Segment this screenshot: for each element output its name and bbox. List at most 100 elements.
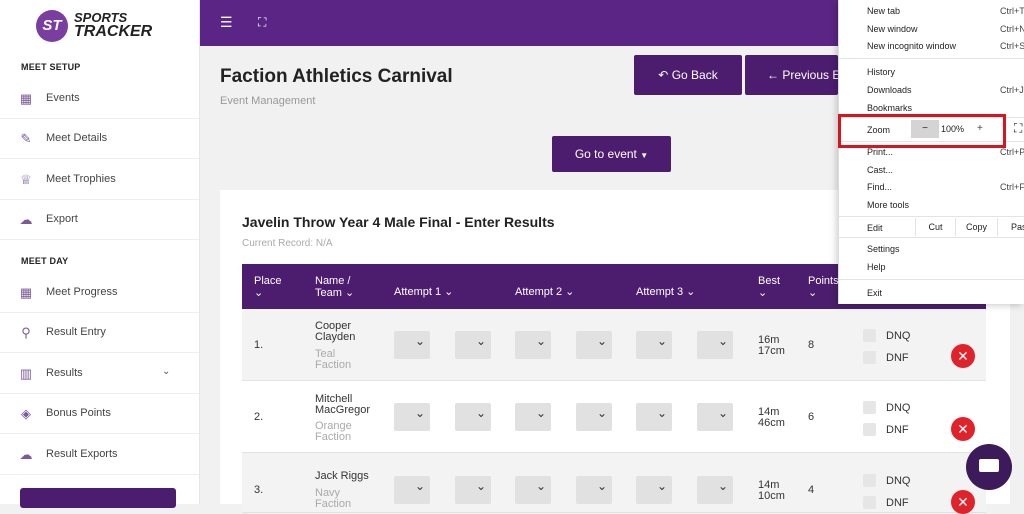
shortcut-downloads: Ctrl+J: [1000, 85, 1024, 95]
attempt-1-cm-select[interactable]: [455, 331, 491, 359]
row-points: 4: [808, 484, 815, 496]
caret-down-icon: ▼: [640, 151, 649, 160]
delete-result-button[interactable]: ✕: [951, 417, 975, 441]
athlete-team: Teal Faction: [315, 348, 352, 371]
dnq-checkbox[interactable]: [863, 329, 876, 342]
sidebar-action-button[interactable]: [20, 488, 176, 508]
menu-item-help[interactable]: Help: [867, 262, 886, 272]
attempt-3-cm-select[interactable]: [697, 403, 733, 431]
menu-item-new-incognito-window[interactable]: New incognito window: [867, 41, 956, 51]
column-place[interactable]: Place ⌄: [254, 275, 282, 299]
menu-icon[interactable]: ☰: [220, 14, 233, 31]
menu-item-cast[interactable]: Cast...: [867, 165, 893, 175]
dnf-checkbox[interactable]: [863, 351, 876, 364]
menu-item-downloads[interactable]: Downloads: [867, 85, 912, 95]
delete-result-button[interactable]: ✕: [951, 490, 975, 514]
chat-icon[interactable]: [966, 444, 1012, 490]
column-best[interactable]: Best ⌄: [758, 275, 780, 299]
attempt-3-metres-select[interactable]: [636, 331, 672, 359]
best-result: 14m 10cm: [758, 479, 785, 502]
row-points: 8: [808, 339, 815, 351]
sidebar-item-label: Bonus Points: [46, 407, 111, 419]
dnq-checkbox[interactable]: [863, 401, 876, 414]
column-attempt-2[interactable]: Attempt 2 ⌄: [515, 286, 574, 298]
menu-cut-button[interactable]: Cut: [915, 218, 955, 236]
attempt-3-metres-select[interactable]: [636, 403, 672, 431]
menu-item-exit[interactable]: Exit: [867, 288, 882, 298]
close-icon: ✕: [957, 421, 969, 437]
menu-item-print[interactable]: Print...: [867, 147, 893, 157]
attempt-2-metres-select[interactable]: [515, 331, 551, 359]
chevron-down-icon: ⌄: [344, 287, 355, 299]
current-record: Current Record: N/A: [242, 238, 333, 249]
sidebar-item-export[interactable]: ☁ Export: [0, 200, 199, 240]
attempt-3-cm-select[interactable]: [697, 331, 733, 359]
column-attempt-3[interactable]: Attempt 3 ⌄: [636, 286, 695, 298]
arrow-left-icon: ←: [767, 68, 779, 82]
logo-text: SPORTS TRACKER: [74, 10, 153, 40]
dnf-label: DNF: [886, 424, 909, 436]
attempt-2-cm-select[interactable]: [576, 476, 612, 504]
attempt-3-cm-select[interactable]: [697, 476, 733, 504]
shortcut-print: Ctrl+P: [1000, 147, 1024, 157]
menu-item-new-window[interactable]: New window: [867, 24, 918, 34]
undo-icon: ↶: [658, 68, 669, 82]
column-name-team[interactable]: Name / Team ⌄: [315, 275, 354, 299]
section-label-meet-setup: MEET SETUP: [21, 62, 81, 72]
row-place: 2.: [254, 411, 264, 423]
attempt-1-metres-select[interactable]: [394, 403, 430, 431]
menu-separator: [839, 279, 1024, 280]
attempt-1-metres-select[interactable]: [394, 331, 430, 359]
dnf-label: DNF: [886, 352, 909, 364]
attempt-2-cm-select[interactable]: [576, 331, 612, 359]
sidebar-item-result-exports[interactable]: ☁ Result Exports: [0, 435, 199, 475]
menu-separator: [839, 237, 1024, 238]
dnq-checkbox[interactable]: [863, 474, 876, 487]
attempt-1-cm-select[interactable]: [455, 476, 491, 504]
best-result: 14m 46cm: [758, 406, 785, 429]
sidebar-item-result-entry[interactable]: ⚲ Result Entry: [0, 313, 199, 353]
previous-event-button[interactable]: ← Previous E: [745, 55, 838, 95]
column-attempt-1[interactable]: Attempt 1 ⌄: [394, 286, 453, 298]
attempt-1-cm-select[interactable]: [455, 403, 491, 431]
sidebar-item-meet-details[interactable]: ✎ Meet Details: [0, 119, 199, 159]
attempt-3-metres-select[interactable]: [636, 476, 672, 504]
sidebar-item-events[interactable]: ▦ Events: [0, 79, 199, 119]
cloud-upload-icon: ☁: [19, 212, 33, 227]
go-to-event-dropdown[interactable]: Go to event ▼: [552, 136, 671, 172]
menu-separator: [839, 216, 1024, 217]
edit-icon: ✎: [20, 131, 32, 146]
attempt-2-metres-select[interactable]: [515, 476, 551, 504]
attempt-1-metres-select[interactable]: [394, 476, 430, 504]
dnf-checkbox[interactable]: [863, 423, 876, 436]
menu-separator: [839, 58, 1024, 59]
delete-result-button[interactable]: ✕: [951, 344, 975, 368]
dnq-label: DNQ: [886, 402, 911, 414]
menu-item-bookmarks[interactable]: Bookmarks: [867, 103, 912, 113]
menu-item-more-tools[interactable]: More tools: [867, 200, 909, 210]
menu-copy-button[interactable]: Copy: [955, 218, 997, 236]
sidebar-item-meet-trophies[interactable]: ♕ Meet Trophies: [0, 160, 199, 200]
chevron-down-icon: ⌄: [162, 366, 171, 377]
chevron-down-icon: ⌄: [758, 287, 768, 299]
sidebar-item-results[interactable]: ▥ Results ⌄: [0, 354, 199, 394]
menu-item-settings[interactable]: Settings: [867, 244, 900, 254]
menu-item-new-tab[interactable]: New tab: [867, 6, 900, 16]
shortcut-find: Ctrl+F: [1000, 182, 1024, 192]
attempt-2-metres-select[interactable]: [515, 403, 551, 431]
sidebar-item-bonus-points[interactable]: ◈ Bonus Points: [0, 394, 199, 434]
app-logo[interactable]: ST SPORTS TRACKER: [36, 8, 166, 44]
attempt-2-cm-select[interactable]: [576, 403, 612, 431]
diamond-icon: ◈: [21, 406, 31, 421]
go-back-button[interactable]: ↶ Go Back: [634, 55, 742, 95]
menu-item-find[interactable]: Find...: [867, 182, 892, 192]
fullscreen-icon[interactable]: ⛶: [258, 15, 266, 30]
dnf-checkbox[interactable]: [863, 496, 876, 509]
sidebar-item-meet-progress[interactable]: ▦ Meet Progress: [0, 273, 199, 313]
column-points[interactable]: Points ⌄: [808, 275, 839, 299]
menu-item-history[interactable]: History: [867, 67, 895, 77]
grid-icon: ▦: [19, 285, 33, 300]
menu-paste-button[interactable]: Paste: [997, 218, 1024, 236]
fullscreen-icon[interactable]: ⛶: [1014, 121, 1022, 136]
sidebar-item-label: Meet Trophies: [46, 173, 116, 185]
